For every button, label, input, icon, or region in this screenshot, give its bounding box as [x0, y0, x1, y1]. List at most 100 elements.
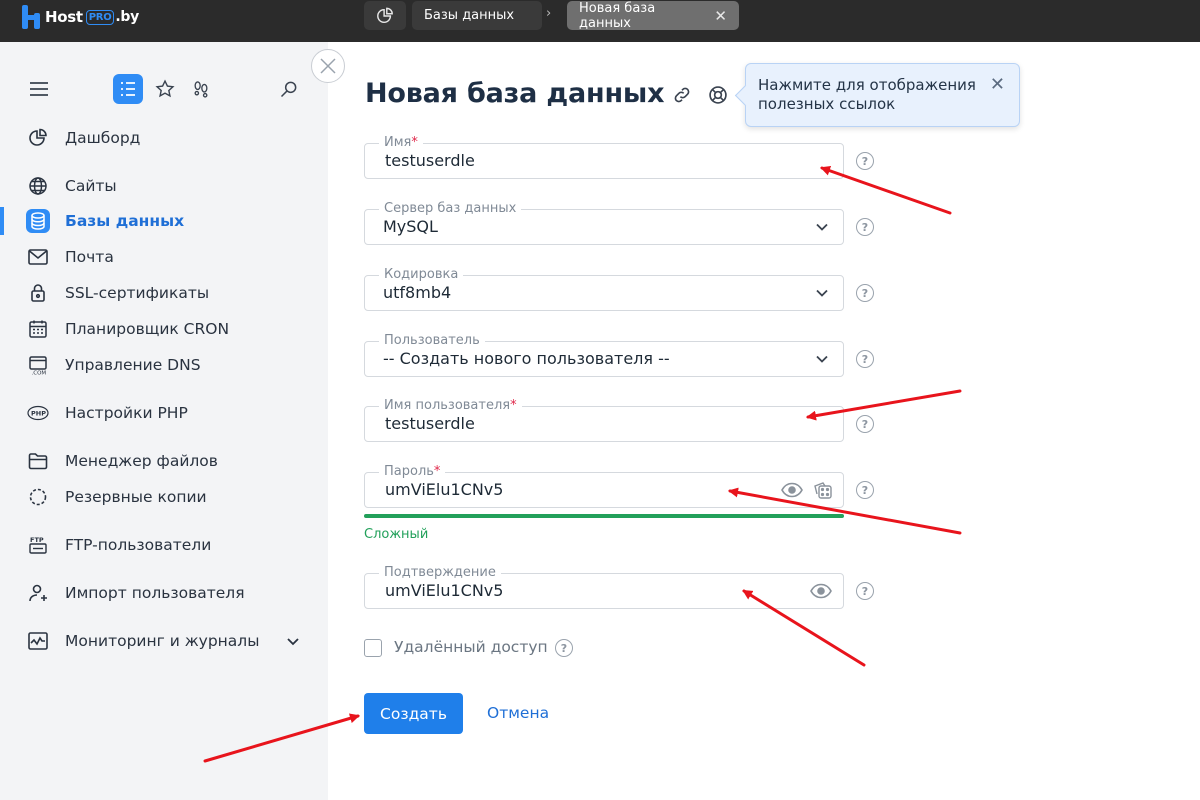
sidebar-list-view-button[interactable] — [113, 74, 143, 104]
sidebar-item-label: Почта — [65, 248, 114, 266]
sidebar-item-ftp[interactable]: FTP FTP-пользователи — [0, 531, 328, 559]
sidebar-item-mail[interactable]: Почта — [0, 243, 328, 271]
chevron-down-icon[interactable] — [286, 632, 300, 651]
breadcrumb-chevron-icon: › — [546, 6, 552, 21]
breadcrumb-new-database[interactable]: Новая база данных ✕ — [567, 0, 739, 31]
sidebar-item-php[interactable]: PHP Настройки PHP — [0, 399, 328, 427]
help-links-tooltip: Нажмите для отображения полезных ссылок … — [745, 63, 1020, 127]
sidebar-search-button[interactable] — [274, 74, 304, 104]
field-label: Кодировка — [379, 267, 464, 283]
sidebar-item-dashboard[interactable]: Дашборд — [0, 124, 328, 152]
help-icon[interactable]: ? — [856, 481, 874, 499]
sidebar-item-label: Дашборд — [65, 129, 141, 147]
close-icon — [320, 58, 336, 74]
user-value: -- Создать нового пользователя -- — [383, 349, 670, 368]
search-icon — [280, 81, 297, 98]
page-title: Новая база данных — [365, 78, 665, 109]
hamburger-icon — [30, 82, 48, 96]
breadcrumb-label: Новая база данных — [579, 0, 656, 31]
pie-chart-icon — [26, 126, 50, 150]
field-label: Имя* — [379, 135, 423, 151]
help-icon[interactable]: ? — [856, 350, 874, 368]
footprints-icon — [194, 81, 208, 98]
db-server-select[interactable]: Сервер баз данных MySQL — [364, 201, 844, 245]
help-icon[interactable]: ? — [856, 218, 874, 236]
pie-chart-icon — [377, 7, 393, 23]
chevron-down-icon — [816, 223, 828, 231]
globe-icon — [26, 174, 50, 198]
user-select[interactable]: Пользователь -- Создать нового пользоват… — [364, 333, 844, 377]
logo-mark-icon — [22, 5, 42, 29]
cancel-link[interactable]: Отмена — [487, 704, 549, 722]
steps-button[interactable] — [186, 74, 216, 104]
remote-access-checkbox[interactable] — [364, 639, 382, 657]
sidebar-item-databases[interactable]: Базы данных — [0, 207, 328, 235]
sidebar-item-monitoring[interactable]: Мониторинг и журналы — [0, 627, 328, 655]
encoding-select[interactable]: Кодировка utf8mb4 — [364, 267, 844, 311]
help-icon[interactable]: ? — [856, 415, 874, 433]
help-links-button[interactable] — [707, 84, 729, 106]
folder-icon — [26, 449, 50, 473]
sidebar-item-user-import[interactable]: Импорт пользователя — [0, 579, 328, 607]
logo-suffix: .by — [115, 9, 139, 25]
monitoring-icon — [26, 629, 50, 653]
remote-access-label: Удалённый доступ — [394, 638, 548, 656]
sidebar-item-dns[interactable]: .COM Управление DNS — [0, 351, 328, 379]
sidebar-item-ssl[interactable]: SSL-сертификаты — [0, 279, 328, 307]
close-sidebar-button[interactable] — [311, 49, 345, 83]
brand-logo[interactable]: Host PRO .by — [22, 4, 139, 30]
help-icon[interactable]: ? — [856, 284, 874, 302]
sidebar-item-sites[interactable]: Сайты — [0, 172, 328, 200]
mail-icon — [26, 245, 50, 269]
help-icon[interactable]: ? — [856, 152, 874, 170]
favorites-button[interactable] — [150, 74, 180, 104]
link-icon — [674, 87, 690, 103]
sidebar-item-backups[interactable]: Резервные копии — [0, 483, 328, 511]
close-tab-icon[interactable]: ✕ — [714, 7, 727, 25]
logo-host: Host — [45, 8, 83, 26]
field-label: Подтверждение — [379, 565, 501, 581]
breadcrumb-databases[interactable]: Базы данных — [412, 1, 542, 30]
sidebar-item-label: Мониторинг и журналы — [65, 632, 260, 650]
sidebar-item-label: Планировщик CRON — [65, 320, 230, 338]
password-field[interactable]: Пароль* umViElu1CNv5 — [364, 464, 844, 508]
eye-icon[interactable] — [781, 482, 803, 498]
active-indicator — [0, 207, 4, 235]
encoding-value: utf8mb4 — [383, 283, 452, 302]
sidebar-item-cron[interactable]: Планировщик CRON — [0, 315, 328, 343]
tooltip-text: Нажмите для отображения полезных ссылок — [758, 76, 976, 113]
generate-password-icon[interactable] — [813, 480, 833, 500]
sidebar-item-label: Базы данных — [65, 212, 185, 230]
create-button[interactable]: Создать — [364, 693, 463, 734]
menu-toggle-button[interactable] — [24, 74, 54, 104]
sidebar-item-label: FTP-пользователи — [65, 536, 212, 554]
sidebar: Дашборд Сайты Базы данных Почта SSL-серт… — [0, 42, 328, 800]
username-field[interactable]: Имя пользователя* testuserdle — [364, 398, 844, 442]
name-input[interactable]: testuserdle — [385, 151, 475, 170]
close-icon[interactable]: ✕ — [990, 75, 1005, 94]
confirm-password-field[interactable]: Подтверждение umViElu1CNv5 — [364, 565, 844, 609]
sidebar-item-label: Менеджер файлов — [65, 452, 218, 470]
eye-icon[interactable] — [810, 583, 832, 599]
database-icon — [26, 209, 50, 233]
logo-text: Host PRO .by — [45, 8, 139, 26]
breadcrumb-label: Базы данных — [424, 8, 515, 23]
lock-icon — [26, 281, 50, 305]
dns-icon: .COM — [26, 353, 50, 377]
star-icon — [155, 79, 175, 98]
password-input[interactable]: umViElu1CNv5 — [385, 480, 503, 499]
copy-link-button[interactable] — [671, 84, 693, 106]
chevron-down-icon — [816, 289, 828, 297]
help-icon[interactable]: ? — [856, 582, 874, 600]
sidebar-item-file-manager[interactable]: Менеджер файлов — [0, 447, 328, 475]
logo-pro: PRO — [85, 9, 115, 25]
ftp-icon: FTP — [26, 533, 50, 557]
confirm-password-input[interactable]: umViElu1CNv5 — [385, 581, 503, 600]
username-input[interactable]: testuserdle — [385, 414, 475, 433]
password-strength-label: Сложный — [364, 527, 429, 542]
breadcrumb-dashboard-button[interactable] — [364, 1, 406, 30]
name-field[interactable]: Имя* testuserdle — [364, 135, 844, 179]
php-icon: PHP — [26, 401, 50, 425]
list-icon — [121, 82, 135, 96]
help-icon[interactable]: ? — [555, 639, 573, 657]
